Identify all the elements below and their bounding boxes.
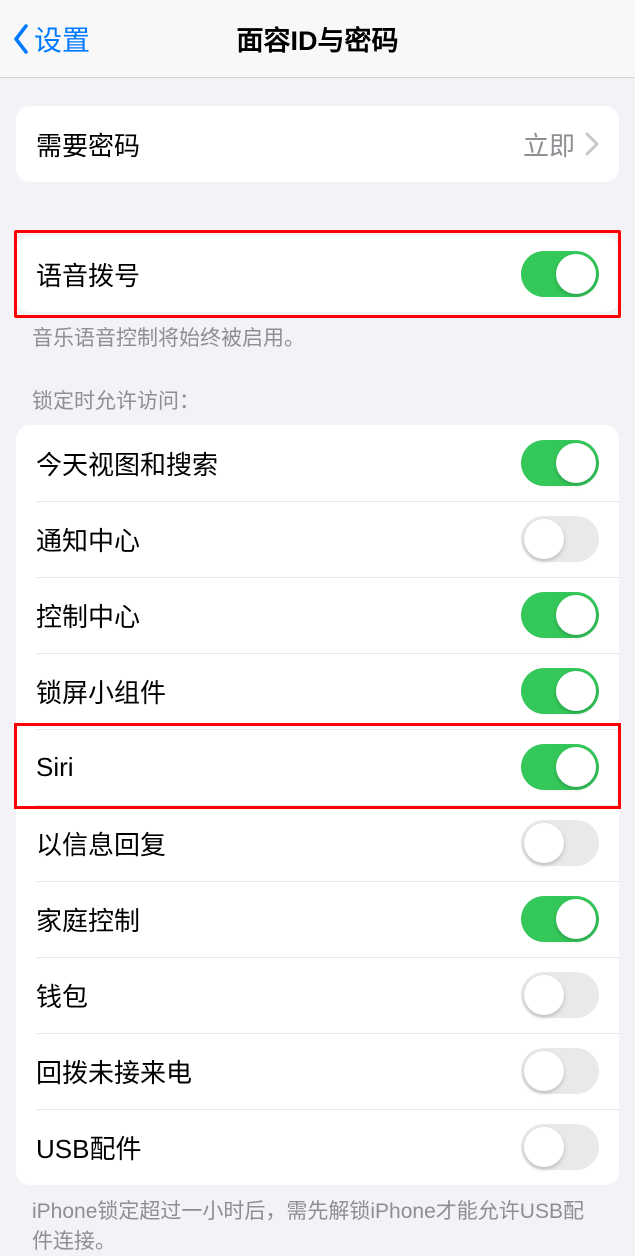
toggle-knob (556, 595, 596, 635)
toggle-knob (524, 519, 564, 559)
back-button[interactable]: 设置 (12, 19, 90, 59)
toggle-knob (556, 443, 596, 483)
locked-access-toggle[interactable] (521, 744, 599, 790)
voice-dial-row[interactable]: 语音拨号 (16, 236, 619, 312)
locked-access-item-label: 通知中心 (36, 521, 140, 558)
chevron-left-icon (12, 24, 30, 54)
voice-dial-label: 语音拨号 (36, 256, 140, 293)
locked-access-row[interactable]: Siri (16, 729, 619, 805)
locked-access-item-label: 以信息回复 (36, 825, 166, 862)
locked-access-footer: iPhone锁定超过一小时后，需先解锁iPhone才能允许USB配件连接。 (0, 1185, 635, 1256)
navigation-bar: 设置 面容ID与密码 (0, 0, 635, 78)
locked-access-toggle[interactable] (521, 1124, 599, 1170)
voice-dial-group: 语音拨号 (16, 236, 619, 312)
chevron-right-icon (585, 132, 599, 156)
locked-access-item-label: 家庭控制 (36, 901, 140, 938)
locked-access-item-label: 钱包 (36, 977, 88, 1014)
locked-access-item-label: Siri (36, 752, 74, 783)
locked-access-row[interactable]: 以信息回复 (16, 805, 619, 881)
toggle-knob (524, 975, 564, 1015)
locked-access-toggle[interactable] (521, 820, 599, 866)
require-passcode-row[interactable]: 需要密码 立即 (16, 106, 619, 182)
require-passcode-label: 需要密码 (36, 126, 140, 163)
locked-access-item-label: 回拨未接来电 (36, 1053, 192, 1090)
voice-dial-footer: 音乐语音控制将始终被启用。 (0, 312, 635, 353)
locked-access-header: 锁定时允许访问： (0, 385, 635, 425)
toggle-knob (556, 899, 596, 939)
locked-access-toggle[interactable] (521, 592, 599, 638)
locked-access-item-label: USB配件 (36, 1129, 141, 1166)
require-passcode-value: 立即 (523, 126, 575, 163)
locked-access-row[interactable]: USB配件 (16, 1109, 619, 1185)
voice-dial-toggle[interactable] (521, 251, 599, 297)
locked-access-toggle[interactable] (521, 1048, 599, 1094)
passcode-group: 需要密码 立即 (16, 106, 619, 182)
locked-access-toggle[interactable] (521, 440, 599, 486)
locked-access-row[interactable]: 家庭控制 (16, 881, 619, 957)
locked-access-toggle[interactable] (521, 972, 599, 1018)
toggle-knob (524, 1051, 564, 1091)
locked-access-item-label: 今天视图和搜索 (36, 445, 218, 482)
toggle-knob (524, 823, 564, 863)
locked-access-row[interactable]: 今天视图和搜索 (16, 425, 619, 501)
locked-access-item-label: 锁屏小组件 (36, 673, 166, 710)
toggle-knob (556, 747, 596, 787)
locked-access-row[interactable]: 控制中心 (16, 577, 619, 653)
locked-access-row[interactable]: 通知中心 (16, 501, 619, 577)
locked-access-group: 今天视图和搜索通知中心控制中心锁屏小组件 Siri 以信息回复家庭控制钱包回拨未接来… (16, 425, 619, 1185)
locked-access-toggle[interactable] (521, 896, 599, 942)
back-label: 设置 (34, 19, 90, 59)
locked-access-row[interactable]: 锁屏小组件 (16, 653, 619, 729)
toggle-knob (524, 1127, 564, 1167)
toggle-knob (556, 254, 596, 294)
locked-access-toggle[interactable] (521, 668, 599, 714)
locked-access-toggle[interactable] (521, 516, 599, 562)
locked-access-item-label: 控制中心 (36, 597, 140, 634)
page-title: 面容ID与密码 (237, 19, 399, 58)
locked-access-row[interactable]: 回拨未接来电 (16, 1033, 619, 1109)
toggle-knob (556, 671, 596, 711)
locked-access-row[interactable]: 钱包 (16, 957, 619, 1033)
